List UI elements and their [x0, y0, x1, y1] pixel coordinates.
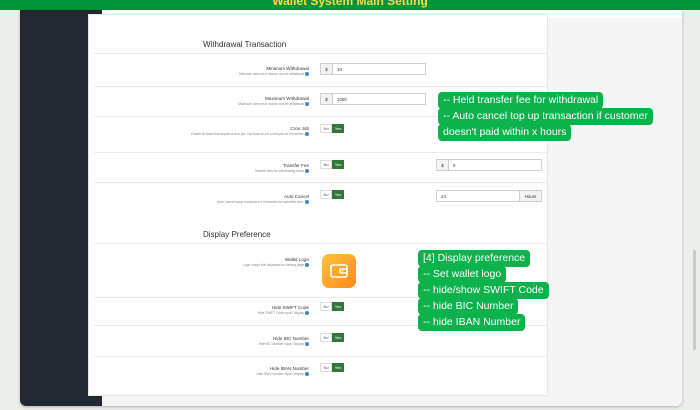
toggle-yes[interactable]: Yes	[332, 190, 344, 199]
currency-prefix: $	[437, 160, 449, 170]
callout-withdrawal-line: doesn't paid within x hours	[438, 124, 572, 141]
toggle-yes[interactable]: Yes	[332, 124, 344, 133]
wallet-logo-label: Wallet Logo	[284, 257, 309, 262]
divider	[94, 53, 548, 54]
max-withdrawal-label: Maximum Withdrawal	[265, 96, 309, 101]
currency-prefix: $	[321, 64, 333, 74]
hide-bic-toggle[interactable]: No Yes	[320, 333, 344, 342]
divider	[94, 356, 548, 357]
wallet-logo-desc: Logo image that displayed on catalog pag…	[103, 263, 309, 268]
info-icon[interactable]	[305, 342, 309, 347]
toggle-yes[interactable]: Yes	[332, 160, 344, 169]
transfer-fee-input[interactable]: $ 0	[436, 159, 542, 171]
min-withdrawal-label: Minimum Withdrawal	[266, 66, 309, 71]
callout-display-line: -- hide IBAN Number	[418, 314, 526, 331]
info-icon[interactable]	[305, 200, 309, 205]
toggle-no[interactable]: No	[320, 302, 332, 311]
callout-display-line: -- hide BIC Number	[418, 298, 519, 315]
cron-job-toggle[interactable]: No Yes	[320, 124, 344, 133]
section-title-display: Display Preference	[203, 230, 271, 239]
hide-iban-desc: Hide IBAN Number input / display	[103, 372, 309, 377]
cron-job-desc: Enable all tasks that require a cron job…	[103, 132, 309, 137]
info-icon[interactable]	[305, 372, 309, 377]
transfer-fee-label: Transfer Fee	[282, 163, 309, 168]
auto-cancel-toggle[interactable]: No Yes	[320, 190, 344, 199]
divider	[94, 243, 548, 244]
min-withdrawal-input[interactable]: $ 10	[320, 63, 426, 75]
hide-iban-label: Hide IBAN Number	[269, 366, 309, 371]
min-withdrawal-desc: Minimum amount of money can be withdrawa…	[103, 72, 309, 77]
cron-job-label: Cron Job	[290, 126, 309, 131]
info-icon[interactable]	[305, 102, 309, 107]
top-banner: Wallet System Main Setting	[0, 0, 700, 10]
callout-withdrawal-line: -- Held transfer fee for withdrawal	[438, 92, 604, 109]
toggle-no[interactable]: No	[320, 363, 332, 372]
toggle-no[interactable]: No	[320, 160, 332, 169]
info-icon[interactable]	[305, 132, 309, 137]
info-icon[interactable]	[305, 263, 309, 268]
auto-cancel-hours-input[interactable]: 24 Hours	[436, 190, 542, 202]
toggle-yes[interactable]: Yes	[332, 302, 344, 311]
hide-bic-label: Hide BIC Number	[273, 336, 309, 341]
info-icon[interactable]	[305, 72, 309, 77]
toggle-no[interactable]: No	[320, 333, 332, 342]
max-withdrawal-input[interactable]: $ 1000	[320, 93, 426, 105]
auto-cancel-value: 24	[441, 193, 446, 199]
hide-swift-toggle[interactable]: No Yes	[320, 302, 344, 311]
callout-display-line: -- Set wallet logo	[418, 266, 507, 283]
toggle-yes[interactable]: Yes	[332, 333, 344, 342]
hide-swift-label: Hide SWIFT Code	[271, 305, 309, 310]
callout-display-line: [4] Display preference	[418, 250, 531, 267]
info-icon[interactable]	[305, 169, 309, 174]
transfer-fee-desc: Transfer fees for withdrawing funds	[103, 169, 309, 174]
section-title-withdrawal: Withdrawal Transaction	[203, 40, 287, 49]
toggle-yes[interactable]: Yes	[332, 363, 344, 372]
divider	[94, 152, 548, 153]
hide-iban-toggle[interactable]: No Yes	[320, 363, 344, 372]
hide-bic-desc: Hide BIC Number input / display	[103, 342, 309, 347]
max-withdrawal-value: 1000	[337, 96, 347, 102]
divider	[94, 182, 548, 183]
scrollbar[interactable]	[693, 250, 696, 350]
min-withdrawal-value: 10	[337, 66, 342, 72]
callout-withdrawal-line: -- Auto cancel top up transaction if cus…	[438, 108, 653, 125]
toggle-no[interactable]: No	[320, 190, 332, 199]
toggle-no[interactable]: No	[320, 124, 332, 133]
wallet-icon	[330, 264, 348, 278]
hours-suffix: Hours	[519, 191, 541, 201]
currency-prefix: $	[321, 94, 333, 104]
transfer-fee-toggle[interactable]: No Yes	[320, 160, 344, 169]
hide-swift-desc: Hide SWIFT Code input / display	[103, 311, 309, 316]
transfer-fee-value: 0	[453, 162, 456, 168]
max-withdrawal-desc: Maximum amount of money can be withdrawa…	[103, 102, 309, 107]
info-icon[interactable]	[305, 311, 309, 316]
banner-title: Wallet System Main Setting	[272, 0, 428, 8]
callout-display-line: -- hide/show SWIFT Code	[418, 282, 549, 299]
auto-cancel-desc: Auto Cancel topup transaction if it exce…	[103, 200, 309, 205]
divider	[94, 86, 548, 87]
auto-cancel-label: Auto Cancel	[283, 194, 309, 199]
wallet-logo-image[interactable]	[322, 254, 356, 288]
